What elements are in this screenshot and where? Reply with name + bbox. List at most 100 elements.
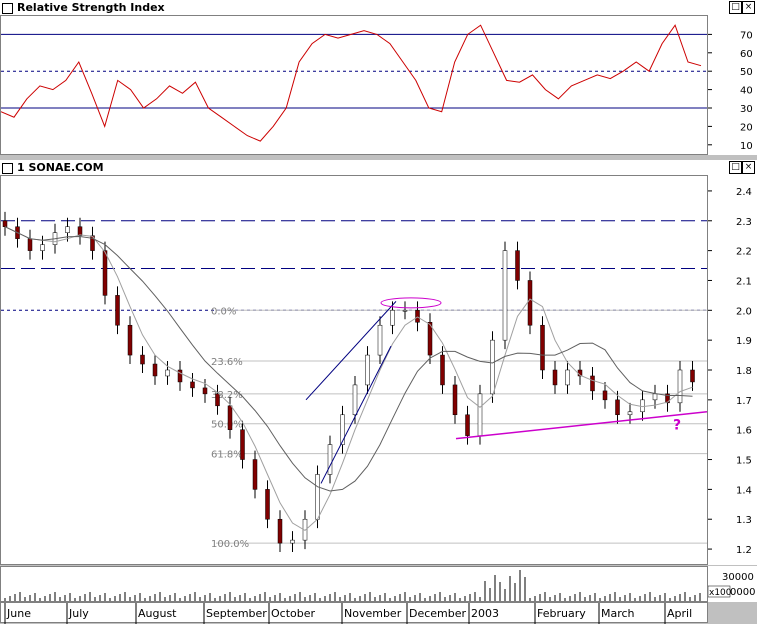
price-tick-label: 1.4 bbox=[736, 485, 752, 496]
volume-bar bbox=[484, 581, 486, 601]
volume-bar bbox=[444, 597, 446, 601]
volume-bar bbox=[194, 592, 196, 601]
candle-body bbox=[440, 354, 445, 386]
candle-body bbox=[690, 369, 695, 383]
candle-body bbox=[165, 369, 170, 377]
rsi-tick-label: 70 bbox=[740, 30, 753, 41]
volume-bar bbox=[179, 598, 181, 601]
volume-bar bbox=[424, 598, 426, 601]
volume-bar bbox=[464, 596, 466, 601]
price-plot: 0.0%23.6%38.2%50.0%61.8%100.0%? bbox=[1, 211, 707, 553]
candle-body bbox=[452, 384, 458, 416]
rsi-panel-checkbox[interactable] bbox=[2, 3, 13, 14]
volume-bar bbox=[234, 597, 236, 601]
volume-bar bbox=[264, 592, 266, 601]
price-panel: 0.0% 23.6% 38.2% 50.0% 61.8% 100.0%? bbox=[0, 175, 708, 565]
volume-bar bbox=[114, 596, 116, 601]
candle-body bbox=[552, 369, 558, 386]
price-close-button[interactable]: × bbox=[742, 161, 755, 174]
rsi-close-button[interactable]: × bbox=[742, 1, 755, 14]
volume-bar bbox=[324, 596, 326, 601]
volume-bar bbox=[279, 593, 281, 601]
price-tick-label: 1.2 bbox=[736, 545, 752, 556]
volume-bar bbox=[34, 593, 36, 601]
volume-bar bbox=[209, 593, 211, 601]
volume-bar bbox=[164, 597, 166, 601]
candle-body bbox=[27, 238, 33, 251]
volume-bar bbox=[139, 593, 141, 601]
volume-bar bbox=[4, 598, 6, 601]
fib-label: 50.0% bbox=[211, 420, 243, 431]
volume-bar bbox=[154, 594, 156, 601]
volume-bar bbox=[274, 595, 276, 601]
price-titlebar: 1 SONAE.COM □ × bbox=[0, 160, 757, 175]
volume-bar bbox=[14, 594, 16, 601]
price-axis-svg: 2.4 2.3 2.2 2.1 2.0 1.9 1.8 1.7 1.6 1.5 1.4 1.3 1.2 bbox=[708, 187, 752, 556]
candle-body bbox=[490, 339, 495, 395]
volume-bar bbox=[629, 593, 631, 601]
price-tick-label: 1.3 bbox=[736, 515, 752, 526]
rsi-restore-button[interactable]: □ bbox=[729, 1, 742, 14]
channel-upper bbox=[305, 301, 397, 401]
volume-bar bbox=[69, 593, 71, 601]
volume-bar bbox=[479, 597, 481, 601]
candle-body bbox=[590, 375, 595, 392]
volume-bar bbox=[459, 598, 461, 601]
candle-body bbox=[602, 390, 608, 401]
rsi-tick-label: 20 bbox=[740, 122, 753, 133]
candle-body bbox=[377, 324, 383, 356]
candle-body bbox=[365, 354, 370, 386]
candle-body bbox=[215, 393, 220, 407]
price-panel-checkbox[interactable] bbox=[2, 163, 13, 174]
volume-bar bbox=[334, 592, 336, 601]
volume-bar bbox=[149, 596, 151, 601]
candle-body bbox=[40, 244, 45, 251]
volume-bar bbox=[449, 595, 451, 601]
volume-bar bbox=[244, 593, 246, 601]
volume-bar bbox=[359, 596, 361, 601]
month-label: February bbox=[537, 607, 586, 620]
price-restore-button[interactable]: □ bbox=[729, 161, 742, 174]
volume-bar bbox=[669, 598, 671, 601]
volume-bar bbox=[469, 594, 471, 601]
volume-bar bbox=[594, 593, 596, 601]
volume-bar bbox=[64, 595, 66, 601]
volume-bar bbox=[439, 592, 441, 601]
candle-body bbox=[227, 405, 233, 430]
volume-bar bbox=[269, 597, 271, 601]
volume-bar bbox=[599, 598, 601, 601]
volume-bar bbox=[564, 598, 566, 601]
month-label: June bbox=[6, 607, 31, 620]
rsi-tick-label: 40 bbox=[740, 86, 753, 97]
candle-body bbox=[477, 393, 483, 436]
volume-bar bbox=[254, 596, 256, 601]
support-trendline bbox=[455, 411, 707, 440]
candle-body bbox=[640, 399, 645, 413]
volume-bar bbox=[514, 583, 516, 601]
candle-body bbox=[615, 399, 620, 416]
top-ellipse bbox=[380, 297, 442, 309]
rsi-panel-title: Relative Strength Index bbox=[17, 1, 165, 14]
volume-bar bbox=[259, 594, 261, 601]
price-panel-title: 1 SONAE.COM bbox=[17, 161, 104, 174]
candle-body bbox=[140, 354, 145, 365]
candle-body bbox=[2, 220, 8, 227]
volume-bar bbox=[604, 596, 606, 601]
volume-bar bbox=[44, 596, 46, 601]
volume-bar bbox=[224, 594, 226, 601]
volume-bar bbox=[49, 594, 51, 601]
volume-bar bbox=[169, 595, 171, 601]
volume-bar bbox=[684, 592, 686, 601]
candle-body bbox=[540, 324, 545, 371]
volume-bar bbox=[74, 598, 76, 601]
volume-bar bbox=[509, 576, 511, 601]
volume-bar bbox=[379, 595, 381, 601]
rsi-tick-label: 50 bbox=[740, 67, 753, 78]
price-tick-label: 1.6 bbox=[736, 426, 752, 437]
volume-bar bbox=[364, 594, 366, 601]
candle-body bbox=[465, 414, 470, 436]
volume-bar bbox=[239, 595, 241, 601]
candle-body bbox=[515, 250, 520, 281]
volume-bar bbox=[454, 593, 456, 601]
candle-body bbox=[315, 474, 320, 520]
